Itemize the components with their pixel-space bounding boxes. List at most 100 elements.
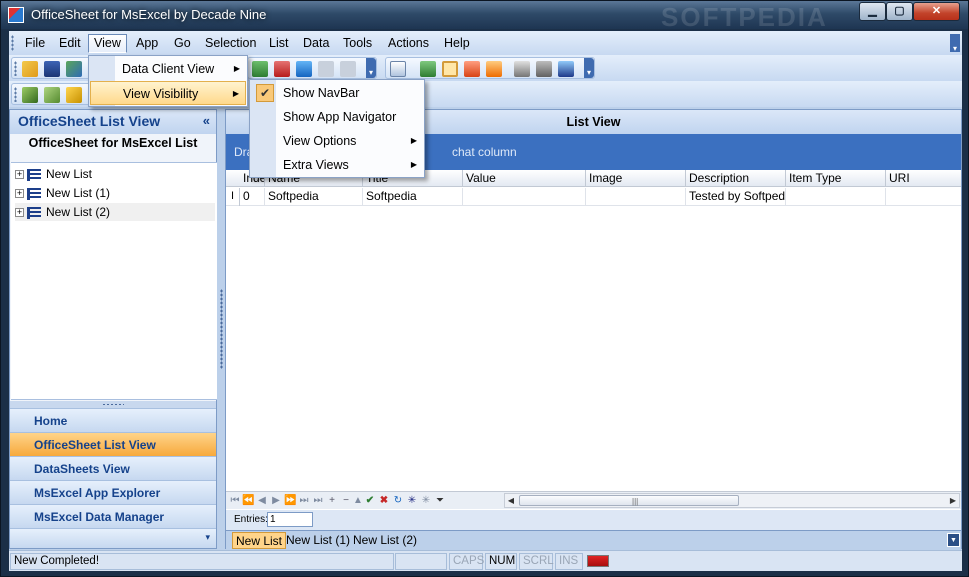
goto-bookmark-icon[interactable]: ✳ [420, 494, 432, 507]
export-icon[interactable] [66, 61, 82, 77]
save-icon[interactable] [44, 61, 60, 77]
menu-item-view-visibility[interactable]: View Visibility ▶ [90, 81, 246, 105]
minimize-button[interactable]: ▁ [859, 2, 886, 21]
tab-new-list[interactable]: New List [232, 532, 287, 549]
last-record-icon[interactable]: ⏭ [312, 494, 324, 507]
collapse-nav-icon[interactable]: « [203, 113, 210, 128]
menu-actions[interactable]: Actions [382, 34, 435, 53]
expand-icon[interactable]: + [15, 208, 24, 218]
navbtn-home[interactable]: Home [10, 408, 216, 432]
filter-icon[interactable]: ⏷ [434, 494, 446, 507]
close-button[interactable]: ✕ [913, 2, 960, 21]
column-header-description[interactable]: Description [686, 170, 786, 187]
import-icon[interactable] [66, 87, 82, 103]
menu-list[interactable]: List [263, 34, 294, 53]
cell-title[interactable]: Softpedia [363, 188, 463, 206]
post-edit-icon[interactable]: ✔ [364, 494, 376, 507]
cell-item-type[interactable] [786, 188, 886, 206]
print-preview-icon[interactable] [536, 61, 552, 77]
navbtn-officesheet-list-view[interactable]: OfficeSheet List View [10, 432, 216, 456]
language-flag-icon[interactable] [587, 555, 609, 567]
copy-sheet-icon[interactable] [464, 61, 480, 77]
prev-page-icon[interactable]: ⏪ [242, 494, 254, 507]
table-row[interactable]: I 0 Softpedia Softpedia Tested by Softpe… [226, 188, 961, 206]
paste-sheet-icon[interactable] [486, 61, 502, 77]
tab-new-list-2[interactable]: New List (2) [350, 532, 420, 549]
nav-footer[interactable]: ▾ [10, 528, 216, 548]
scroll-right-icon[interactable]: ▶ [947, 494, 959, 507]
add-row-icon[interactable] [252, 61, 268, 77]
menu-data[interactable]: Data [297, 34, 335, 53]
delete-record-icon[interactable]: − [340, 494, 352, 507]
cell-uri[interactable] [886, 188, 961, 206]
menu-item-view-options[interactable]: View Options ▶ [251, 129, 423, 153]
scroll-left-icon[interactable]: ◀ [505, 494, 517, 507]
open-folder-icon[interactable] [22, 61, 38, 77]
add-record-icon[interactable]: + [326, 494, 338, 507]
menubar-overflow-icon[interactable]: ▾ [950, 34, 960, 53]
properties-icon[interactable] [558, 61, 574, 77]
menu-item-show-navbar[interactable]: ✔ Show NavBar [251, 81, 423, 105]
expand-icon[interactable]: + [15, 189, 24, 199]
toolbar-overflow-icon[interactable]: ▾ [366, 58, 376, 78]
page-view-icon[interactable] [390, 61, 406, 77]
first-page-icon[interactable]: ⏮ [229, 494, 241, 507]
menu-item-extra-views[interactable]: Extra Views ▶ [251, 153, 423, 177]
navbtn-msexcel-app-explorer[interactable]: MsExcel App Explorer [10, 480, 216, 504]
maximize-button[interactable]: ▢ [886, 2, 913, 21]
toolbar-grip[interactable] [14, 61, 17, 76]
menu-selection[interactable]: Selection [199, 34, 262, 53]
disabled-action-icon[interactable] [318, 61, 334, 77]
cell-index[interactable]: 0 [240, 188, 265, 206]
disabled-print-icon[interactable] [340, 61, 356, 77]
column-header-value[interactable]: Value [463, 170, 586, 187]
tree-node[interactable]: + New List [15, 165, 92, 183]
bookmark-icon[interactable]: ✳ [406, 494, 418, 507]
cell-name[interactable]: Softpedia [265, 188, 363, 206]
menu-file[interactable]: File [19, 34, 51, 53]
app-icon[interactable] [8, 7, 24, 23]
printer-icon[interactable] [514, 61, 530, 77]
tab-new-list-1[interactable]: New List (1) [283, 532, 353, 549]
menu-app[interactable]: App [130, 34, 164, 53]
column-header-item-type[interactable]: Item Type [786, 170, 886, 187]
tree-node[interactable]: + New List (2) [15, 203, 215, 221]
cell-description[interactable]: Tested by Softpedia [686, 188, 786, 206]
list-view-icon[interactable] [442, 61, 458, 77]
horizontal-scrollbar[interactable]: ◀ ||| ▶ [504, 493, 960, 508]
menu-item-show-app-navigator[interactable]: Show App Navigator [251, 105, 423, 129]
edit-row-icon[interactable] [296, 61, 312, 77]
menu-edit[interactable]: Edit [53, 34, 87, 53]
delete-row-icon[interactable] [274, 61, 290, 77]
toolbar-grip[interactable] [14, 87, 17, 102]
toolbar-overflow-icon[interactable]: ▾ [584, 58, 594, 78]
column-header-uri[interactable]: URI [886, 170, 961, 187]
menubar-grip[interactable] [11, 35, 14, 51]
navbtn-datasheets-view[interactable]: DataSheets View [10, 456, 216, 480]
column-header-image[interactable]: Image [586, 170, 686, 187]
cancel-edit-icon[interactable]: ✖ [378, 494, 390, 507]
next-record-icon[interactable]: ▶ [270, 494, 282, 507]
chevron-down-icon[interactable]: ▾ [205, 532, 210, 543]
edit-record-icon[interactable]: ▲ [352, 494, 364, 507]
expand-icon[interactable]: + [15, 170, 24, 180]
title-bar[interactable]: OfficeSheet for MsExcel by Decade Nine S… [1, 1, 968, 32]
tree-node[interactable]: + New List (1) [15, 184, 110, 202]
scrollbar-thumb[interactable]: ||| [519, 495, 739, 506]
menu-help[interactable]: Help [438, 34, 476, 53]
next-page-icon[interactable]: ⏩ [284, 494, 296, 507]
navbtn-msexcel-data-manager[interactable]: MsExcel Data Manager [10, 504, 216, 528]
menu-view[interactable]: View [88, 34, 127, 53]
last-page-icon[interactable]: ⏭ [298, 494, 310, 507]
menu-item-data-client-view[interactable]: Data Client View ▶ [90, 57, 246, 81]
sheet-view-icon[interactable] [420, 61, 436, 77]
refresh-icon[interactable] [22, 87, 38, 103]
entries-field[interactable]: 1 [267, 512, 313, 527]
sync-icon[interactable] [44, 87, 60, 103]
menu-go[interactable]: Go [168, 34, 197, 53]
menu-tools[interactable]: Tools [337, 34, 378, 53]
prev-record-icon[interactable]: ◀ [256, 494, 268, 507]
cell-value[interactable] [463, 188, 586, 206]
refresh-records-icon[interactable]: ↻ [392, 494, 404, 507]
cell-image[interactable] [586, 188, 686, 206]
